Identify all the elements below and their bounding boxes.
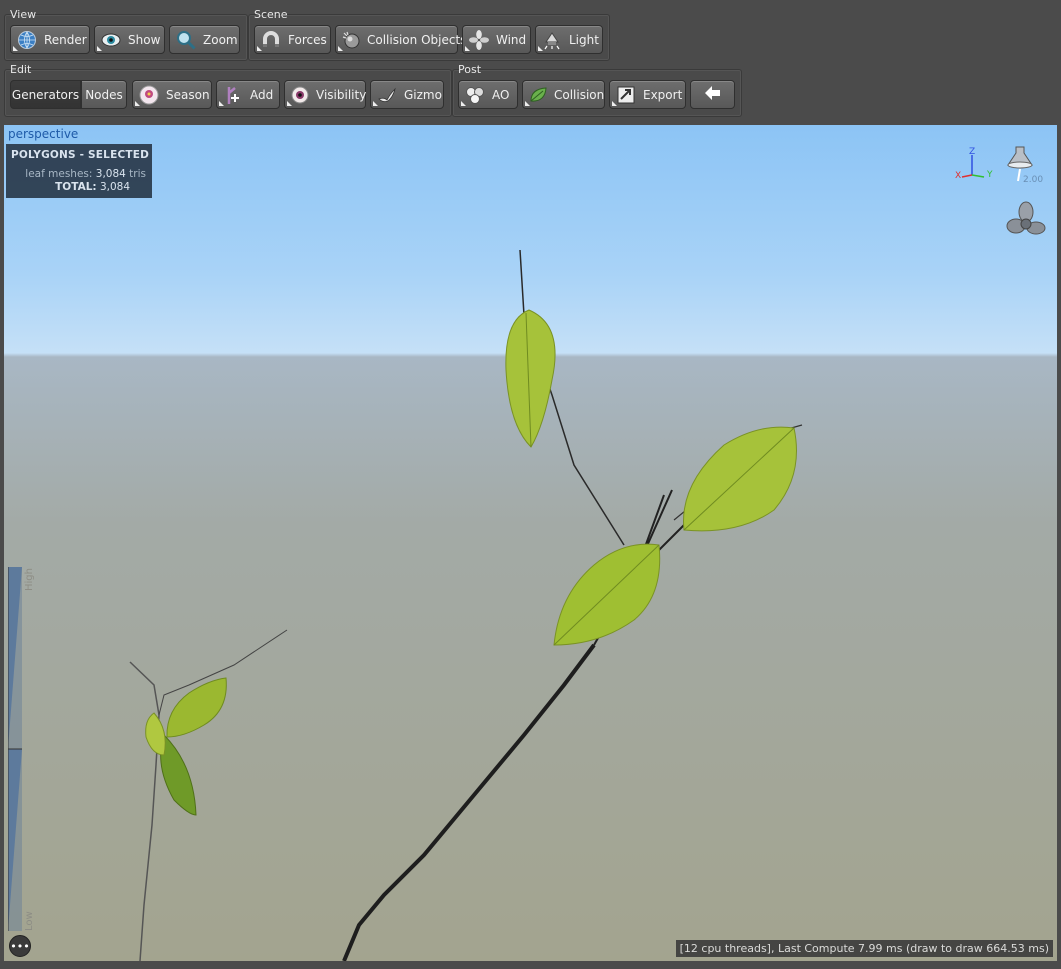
collision-sphere-icon: [341, 29, 361, 51]
gizmo-button-label: Gizmo: [404, 87, 442, 102]
dropdown-corner-icon: [525, 101, 530, 106]
leaf-meshes-unit: tris: [129, 168, 146, 180]
dropdown-corner-icon: [538, 46, 543, 51]
collision-button[interactable]: Collision: [522, 80, 605, 109]
total-label: TOTAL:: [55, 181, 97, 193]
leaf: [553, 543, 661, 646]
leaf: [683, 426, 797, 532]
dropdown-corner-icon: [461, 101, 466, 106]
nodes-tab[interactable]: Nodes: [81, 80, 127, 109]
zoom-button-label: Zoom: [203, 32, 238, 47]
viewport-wind-icon[interactable]: [1004, 200, 1048, 244]
dropdown-corner-icon: [257, 46, 262, 51]
eye-icon: [100, 29, 122, 51]
add-branch-icon: [222, 84, 244, 106]
ao-button-label: AO: [492, 87, 510, 102]
light-value: 2.00: [1023, 175, 1044, 185]
show-button-label: Show: [128, 32, 161, 47]
edit-group-title: Edit: [10, 63, 32, 76]
season-button[interactable]: Season: [132, 80, 212, 109]
dropdown-corner-icon: [612, 101, 617, 106]
export-icon: [615, 84, 637, 106]
dropdown-corner-icon: [219, 101, 224, 106]
leaf: [145, 712, 166, 756]
visibility-button-label: Visibility: [316, 87, 367, 102]
collision-objects-button[interactable]: Collision Objects: [335, 25, 466, 54]
leaf-collision-icon: [528, 84, 548, 106]
collision-button-label: Collision: [554, 87, 605, 102]
polygon-stats-title: POLYGONS - SELECTED: [11, 149, 149, 161]
wind-button[interactable]: Wind: [462, 25, 531, 54]
season-flower-icon: [138, 84, 160, 106]
lod-slider[interactable]: [7, 567, 22, 931]
wind-button-label: Wind: [496, 32, 527, 47]
ao-spheres-icon: [464, 84, 486, 106]
magnet-icon: [260, 29, 282, 51]
fan-icon: [468, 29, 490, 51]
dropdown-corner-icon: [135, 101, 140, 106]
polygon-stats-panel: POLYGONS - SELECTED leaf meshes: 3,084 t…: [6, 144, 152, 198]
ao-button[interactable]: AO: [458, 80, 518, 109]
dropdown-corner-icon: [373, 101, 378, 106]
3d-viewport[interactable]: perspective POLYGONS - SELECTED leaf mes…: [4, 125, 1057, 961]
render-button-label: Render: [44, 32, 87, 47]
forces-button[interactable]: Forces: [254, 25, 331, 54]
arrow-left-icon: [704, 84, 722, 105]
gizmo-button[interactable]: Gizmo: [370, 80, 444, 109]
light-button-label: Light: [569, 32, 599, 47]
back-arrow-button[interactable]: [690, 80, 735, 109]
visibility-button[interactable]: Visibility: [284, 80, 366, 109]
scene-group-title: Scene: [254, 8, 288, 21]
render-button[interactable]: Render: [10, 25, 90, 54]
axis-z-label: Z: [969, 147, 976, 157]
leaf: [505, 309, 556, 448]
nodes-tab-label: Nodes: [85, 87, 123, 102]
forces-button-label: Forces: [288, 32, 327, 47]
gizmo-bird-icon: [376, 84, 398, 106]
view-group-title: View: [10, 8, 37, 21]
leaf-meshes-row: leaf meshes: 3,084 tris: [25, 168, 146, 180]
globe-icon: [16, 29, 38, 51]
dropdown-corner-icon: [465, 46, 470, 51]
dropdown-corner-icon: [97, 46, 102, 51]
generators-tab[interactable]: Generators: [10, 80, 81, 109]
dropdown-corner-icon: [287, 101, 292, 106]
spotlight-icon: [541, 29, 563, 51]
camera-label[interactable]: perspective: [8, 127, 78, 141]
lod-low-label: Low: [24, 911, 35, 931]
add-button[interactable]: Add: [216, 80, 280, 109]
season-button-label: Season: [166, 87, 210, 102]
magnifier-icon: [175, 29, 197, 51]
leaf: [166, 677, 227, 738]
total-row: TOTAL: 3,084: [55, 181, 130, 193]
status-bar-text: [12 cpu threads], Last Compute 7.99 ms (…: [675, 940, 1053, 957]
export-button[interactable]: Export: [609, 80, 686, 109]
light-button[interactable]: Light: [535, 25, 603, 54]
add-button-label: Add: [250, 87, 274, 102]
leaf-meshes-label: leaf meshes:: [25, 168, 93, 180]
show-button[interactable]: Show: [94, 25, 165, 54]
dropdown-corner-icon: [338, 46, 343, 51]
dropdown-corner-icon: [13, 46, 18, 51]
lod-high-label: High: [24, 568, 35, 591]
lod-slider-track: [7, 567, 22, 931]
axis-y-label: Y: [987, 170, 993, 180]
leaf: [160, 734, 197, 816]
export-button-label: Export: [643, 87, 683, 102]
zoom-button[interactable]: Zoom: [169, 25, 240, 54]
leaf-meshes-value: 3,084: [95, 168, 126, 180]
eyeball-icon: [290, 84, 310, 106]
generators-tab-label: Generators: [11, 87, 80, 102]
total-value: 3,084: [99, 181, 130, 193]
axis-x-label: X: [955, 171, 962, 181]
collision-objects-button-label: Collision Objects: [367, 32, 467, 47]
tree-scene: [129, 249, 803, 961]
post-group-title: Post: [458, 63, 482, 76]
more-options-button[interactable]: •••: [9, 935, 31, 957]
